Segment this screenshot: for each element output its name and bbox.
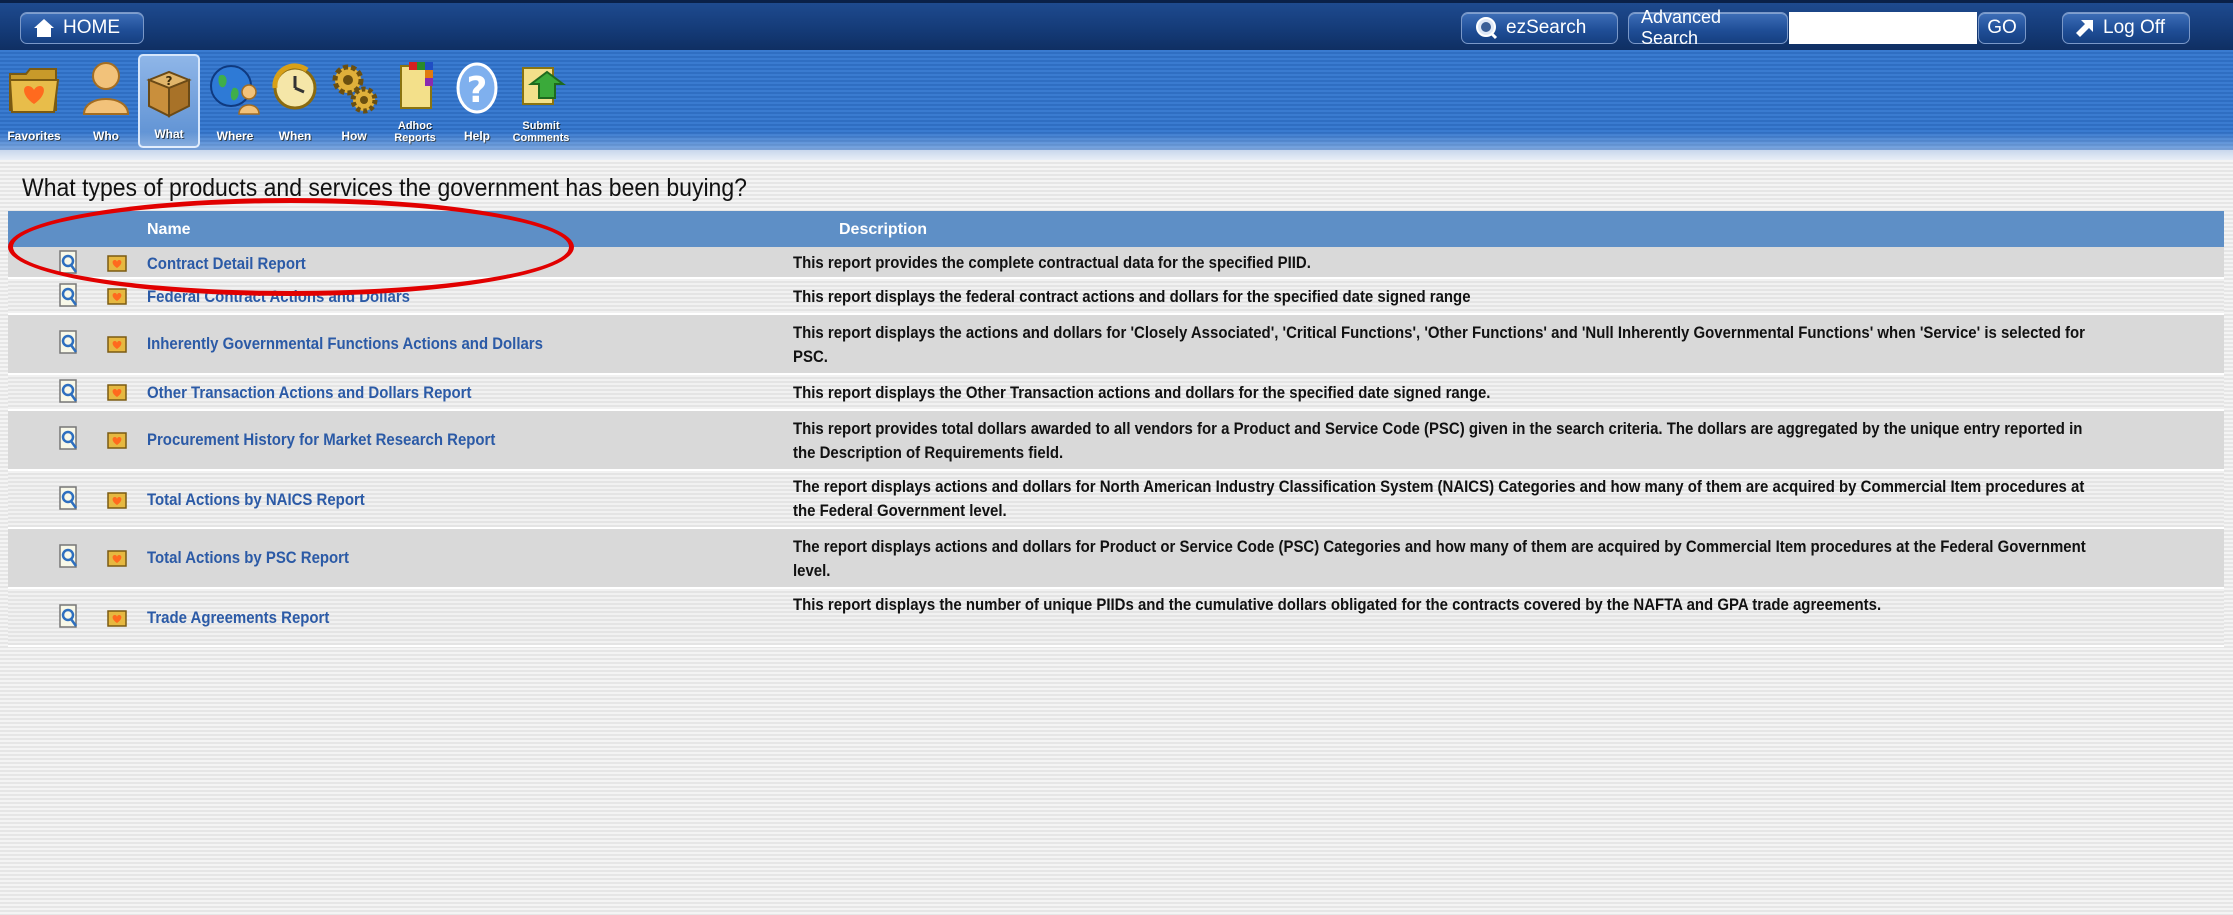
add-favorite-icon[interactable]: [106, 333, 128, 355]
table-header: Name Description: [8, 211, 2224, 247]
tool-label-where: Where: [216, 129, 254, 143]
tool-label-what: What: [154, 127, 184, 141]
report-link[interactable]: Other Transaction Actions and Dollars Re…: [147, 383, 471, 403]
tool-where[interactable]: Where: [204, 54, 266, 148]
view-report-icon[interactable]: [59, 426, 79, 452]
add-favorite-icon[interactable]: [106, 252, 128, 274]
home-icon: [34, 19, 54, 37]
add-favorite-icon[interactable]: [106, 547, 128, 569]
report-link[interactable]: Inherently Governmental Functions Action…: [147, 334, 543, 354]
table-row: Contract Detail Report This report provi…: [8, 247, 2224, 279]
report-description: This report displays the actions and dol…: [793, 323, 2085, 366]
tool-help[interactable]: ? Help: [446, 54, 508, 148]
advanced-search-button[interactable]: Advanced Search: [1628, 7, 1788, 48]
ezsearch-icon: [1476, 17, 1498, 40]
add-favorite-icon[interactable]: [106, 489, 128, 511]
tool-label-help: Help: [463, 129, 490, 143]
table-row: Inherently Governmental Functions Action…: [8, 315, 2224, 375]
add-favorite-icon[interactable]: [106, 285, 128, 307]
view-report-icon[interactable]: [59, 604, 79, 630]
tool-submit-comments[interactable]: Submit Comments: [510, 54, 572, 148]
logoff-button[interactable]: Log Off: [2062, 12, 2190, 44]
go-label: GO: [1987, 17, 2017, 38]
view-report-icon[interactable]: [59, 544, 79, 570]
view-report-icon[interactable]: [59, 486, 79, 512]
report-description: The report displays actions and dollars …: [793, 537, 2086, 580]
go-button[interactable]: GO: [1978, 12, 2026, 44]
ezsearch-label: ezSearch: [1506, 17, 1587, 38]
open-box-icon: ?: [146, 70, 192, 118]
view-report-icon[interactable]: [59, 330, 79, 356]
tool-favorites[interactable]: Favorites: [3, 54, 65, 148]
report-description: This report provides the complete contra…: [793, 253, 1311, 272]
tool-label-adhoc-reports: Adhoc Reports: [394, 120, 436, 144]
tool-label-how: How: [341, 129, 367, 143]
add-favorite-icon[interactable]: [106, 381, 128, 403]
add-favorite-icon[interactable]: [106, 607, 128, 629]
report-description: This report displays the Other Transacti…: [793, 383, 1491, 402]
toolbar-underline: [0, 150, 2233, 160]
tool-label-when: When: [278, 129, 312, 143]
table-row: Other Transaction Actions and Dollars Re…: [8, 375, 2224, 411]
header-name: Name: [147, 221, 191, 238]
tool-how[interactable]: How: [323, 54, 385, 148]
reports-table: Name Description Contract Detail Report …: [8, 211, 2224, 647]
report-link[interactable]: Trade Agreements Report: [147, 608, 329, 628]
view-report-icon[interactable]: [59, 379, 79, 405]
submit-comments-icon: [522, 67, 566, 105]
view-report-icon[interactable]: [59, 283, 79, 309]
report-description: This report displays the number of uniqu…: [793, 595, 1882, 614]
globe-person-icon: [210, 65, 260, 115]
add-favorite-icon[interactable]: [106, 429, 128, 451]
tool-who[interactable]: Who: [75, 54, 137, 148]
home-button[interactable]: HOME: [20, 12, 144, 44]
logoff-arrow-icon: [2076, 20, 2093, 37]
report-link[interactable]: Procurement History for Market Research …: [147, 430, 495, 450]
tool-label-favorites: Favorites: [7, 129, 61, 143]
report-link[interactable]: Total Actions by NAICS Report: [147, 490, 365, 510]
page-title: What types of products and services the …: [22, 174, 747, 202]
tool-what[interactable]: ? What: [138, 54, 200, 148]
clock-icon: [272, 63, 317, 110]
report-link[interactable]: Federal Contract Actions and Dollars: [147, 287, 410, 307]
report-description: The report displays actions and dollars …: [793, 477, 2085, 520]
report-link[interactable]: Contract Detail Report: [147, 254, 306, 274]
table-row: Total Actions by PSC Report The report d…: [8, 529, 2224, 589]
ezsearch-button[interactable]: ezSearch: [1461, 12, 1618, 44]
table-row: Total Actions by NAICS Report The report…: [8, 471, 2224, 529]
report-description: This report displays the federal contrac…: [793, 287, 1471, 306]
table-row: Procurement History for Market Research …: [8, 411, 2224, 471]
top-navigation-bar: HOME ezSearch Advanced Search GO Log Off: [0, 0, 2233, 50]
adhoc-reports-icon: [400, 62, 433, 109]
search-input[interactable]: [1789, 12, 1977, 44]
gears-icon: [332, 64, 378, 114]
help-question-icon: ?: [456, 62, 498, 114]
home-button-label: HOME: [63, 17, 120, 38]
person-icon: [82, 62, 130, 115]
view-report-icon[interactable]: [59, 250, 79, 276]
tool-label-submit-comments: Submit Comments: [512, 120, 570, 144]
table-row: Trade Agreements Report This report disp…: [8, 589, 2224, 647]
advanced-search-label: Advanced Search: [1641, 7, 1722, 48]
tool-label-who: Who: [93, 129, 119, 143]
tool-when[interactable]: When: [264, 54, 326, 148]
favorites-folder-icon: [8, 68, 60, 113]
header-description: Description: [839, 221, 928, 238]
report-link[interactable]: Total Actions by PSC Report: [147, 548, 349, 568]
svg-text:?: ?: [166, 74, 173, 88]
svg-text:?: ?: [467, 70, 488, 111]
icon-toolbar: Favorites Who ? What Where When How Adho…: [0, 50, 2233, 150]
logoff-label: Log Off: [2103, 17, 2165, 38]
report-description: This report provides total dollars award…: [793, 419, 2083, 462]
table-row: Federal Contract Actions and Dollars Thi…: [8, 279, 2224, 315]
tool-adhoc-reports[interactable]: Adhoc Reports: [384, 54, 446, 148]
